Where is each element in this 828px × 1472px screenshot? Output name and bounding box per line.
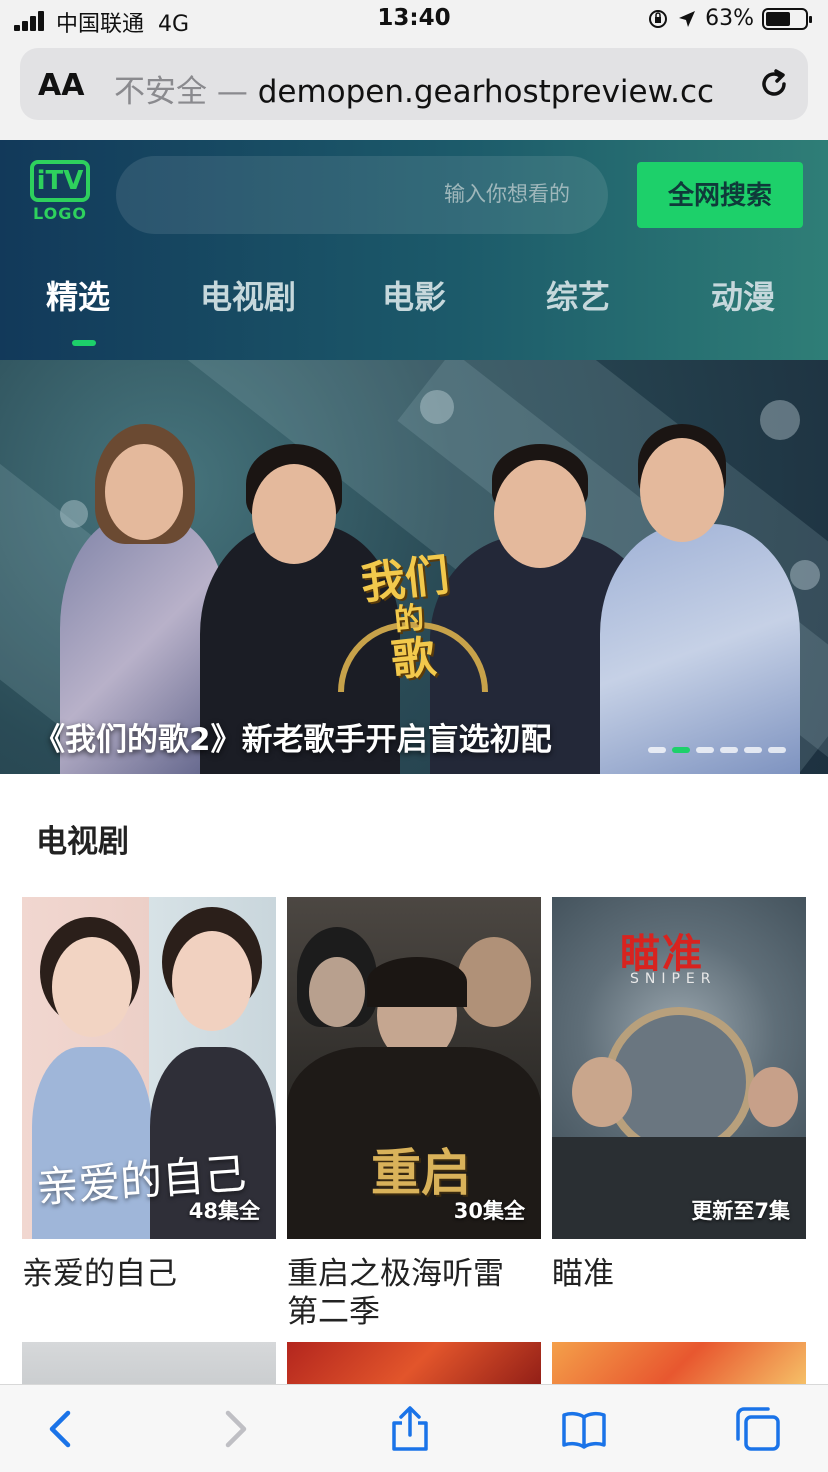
category-tabs: 精选 电视剧 电影 综艺 动漫 [0,272,828,352]
show-poster[interactable]: 亲爱的自己 48集全 [22,897,276,1239]
url-host: demopen.gearhostpreview.cc [257,74,715,110]
show-card[interactable]: 瞄准 SNIPER 更新至7集 瞄准 [552,897,806,1293]
screen: 中国联通 4G 13:40 63% AA 不安全 — demopen.gearh… [0,0,828,1472]
tab-variety[interactable]: 综艺 [546,272,610,318]
battery-fill [766,11,790,26]
carousel-dot[interactable] [744,747,762,753]
url-text[interactable]: 不安全 — demopen.gearhostpreview.cc [114,66,754,111]
banner-caption[interactable]: 《我们的歌2》新老歌手开启盲选初配 [34,714,552,759]
logo-badge-text: TV [45,166,84,196]
tabs-icon[interactable] [734,1405,782,1453]
show-title[interactable]: 瞄准 [552,1255,806,1293]
battery-icon [762,7,812,30]
show-logo: 我们 的 歌 [339,550,481,703]
search-box[interactable] [116,156,608,234]
orientation-lock-icon [649,9,668,28]
status-bar: 中国联通 4G 13:40 63% [0,0,828,42]
show-title[interactable]: 重启之极海听雷 第二季 [287,1255,541,1331]
episode-badge: 30集全 [453,1199,525,1223]
carousel-dot[interactable] [696,747,714,753]
section-title: 电视剧 [36,824,129,860]
search-input[interactable] [370,176,570,212]
bookmarks-icon[interactable] [560,1405,608,1453]
carousel-dots [648,747,786,753]
carousel-dot-active[interactable] [672,747,690,753]
logo-badge: iTV [30,160,90,202]
carousel-dot[interactable] [768,747,786,753]
carousel-dot[interactable] [720,747,738,753]
episode-badge: 更新至7集 [691,1199,790,1223]
app-header: iTV LOGO 全网搜索 精选 电视剧 电影 综艺 动漫 [0,140,828,360]
tab-featured[interactable]: 精选 [46,272,110,318]
text-size-button[interactable]: AA [38,68,84,103]
hero-banner[interactable]: 我们 的 歌 《我们的歌2》新老歌手开启盲选初配 [0,360,828,774]
site-logo[interactable]: iTV LOGO [30,160,90,230]
forward-icon[interactable] [210,1405,258,1453]
active-tab-indicator [72,340,96,346]
episode-badge: 48集全 [188,1199,260,1223]
status-icons: 63% [647,6,812,31]
browser-toolbar [0,1384,828,1472]
show-card[interactable]: 亲爱的自己 48集全 亲爱的自己 [22,897,276,1293]
battery-percent: 63% [705,6,754,31]
share-icon[interactable] [386,1405,434,1453]
tab-movies[interactable]: 电影 [382,272,446,318]
reload-icon[interactable] [756,66,792,102]
location-arrow-icon [679,10,696,27]
logo-word: LOGO [33,204,87,223]
browser-address-area: AA 不安全 — demopen.gearhostpreview.cc [0,42,828,140]
back-icon[interactable] [38,1405,86,1453]
tab-tv-series[interactable]: 电视剧 [200,272,296,318]
poster-subtitle-text: SNIPER [630,971,717,987]
show-poster[interactable]: 瞄准 SNIPER 更新至7集 [552,897,806,1239]
show-title[interactable]: 亲爱的自己 [22,1255,276,1293]
address-bar[interactable]: AA 不安全 — demopen.gearhostpreview.cc [20,48,808,120]
performer-4 [600,394,800,774]
carousel-dot[interactable] [648,747,666,753]
show-poster[interactable]: 重启 30集全 [287,897,541,1239]
show-card[interactable]: 重启 30集全 重启之极海听雷 第二季 [287,897,541,1331]
insecure-label: 不安全 — [114,74,248,110]
tab-anime[interactable]: 动漫 [711,272,775,318]
search-button[interactable]: 全网搜索 [637,162,803,228]
